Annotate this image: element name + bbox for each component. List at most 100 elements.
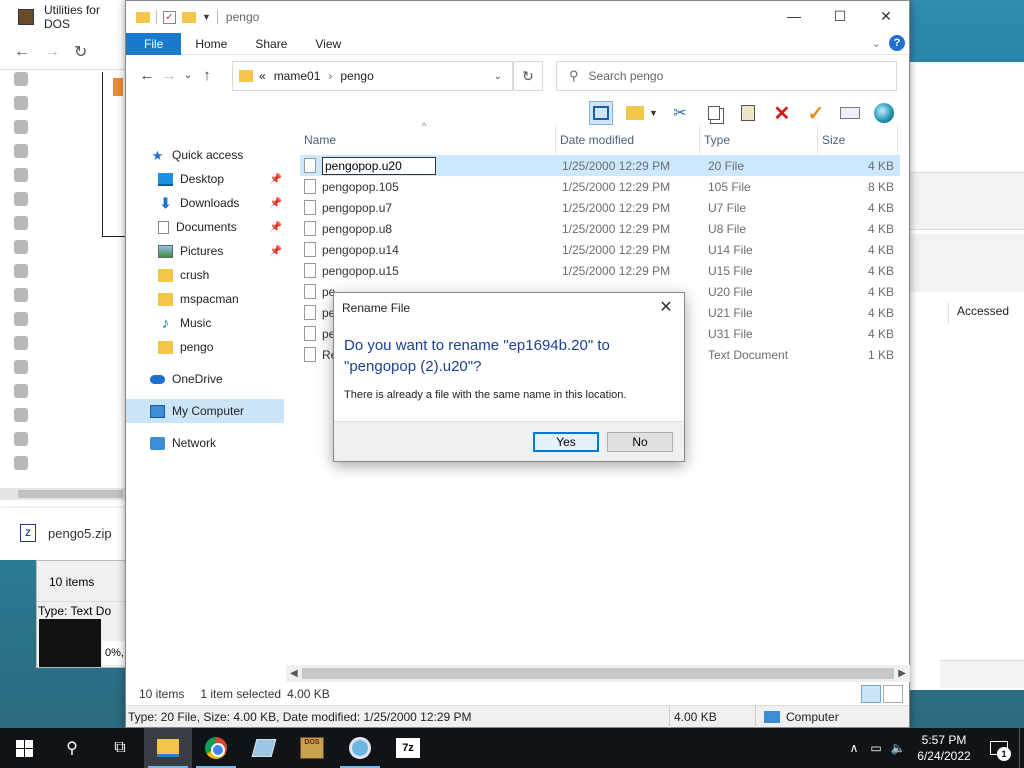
forward-button[interactable]: →: [158, 67, 180, 84]
speaker-icon[interactable]: 🔈: [887, 741, 909, 755]
column-type[interactable]: Type: [700, 125, 818, 155]
network-icon[interactable]: ▭: [865, 741, 887, 755]
customize-toolbar-dropdown-icon[interactable]: ▼: [202, 12, 211, 22]
dialog-titlebar[interactable]: Rename File ✕: [334, 293, 684, 323]
file-row[interactable]: pengopop.u7 1/25/2000 12:29 PM U7 File 4 KB: [300, 197, 900, 218]
taskbar-file-explorer[interactable]: [144, 728, 192, 768]
nav-network[interactable]: Network: [126, 431, 284, 455]
download-item[interactable]: Z pengo5.zip: [0, 508, 130, 558]
preview-pane-icon[interactable]: [589, 101, 613, 125]
back-button[interactable]: ←: [136, 67, 158, 84]
pin-icon[interactable]: 📌: [270, 198, 282, 209]
nav-onedrive[interactable]: OneDrive: [126, 367, 284, 391]
taskbar-chrome[interactable]: [192, 728, 240, 768]
clock[interactable]: 5:57 PM 6/24/2022: [909, 732, 979, 764]
reload-icon[interactable]: ↻: [74, 42, 87, 62]
file-row[interactable]: pengopop.u15 1/25/2000 12:29 PM U15 File 4 …: [300, 260, 900, 281]
pin-icon[interactable]: 📌: [270, 222, 282, 233]
back-arrow-icon[interactable]: ←: [14, 43, 30, 61]
address-bar[interactable]: « mame01 › pengo ⌄: [232, 61, 513, 91]
scrollbar-thumb[interactable]: [302, 668, 894, 679]
refresh-button[interactable]: ↻: [513, 61, 543, 91]
column-size[interactable]: Size: [818, 125, 898, 155]
task-view-button[interactable]: ⧉: [96, 728, 144, 768]
nav-documents[interactable]: Documents 📌: [126, 215, 284, 239]
new-folder-dropdown-icon[interactable]: ▼: [649, 108, 658, 118]
dialog-close-icon[interactable]: ✕: [656, 293, 676, 323]
nav-music[interactable]: ♪ Music: [126, 311, 284, 335]
nav-pengo[interactable]: pengo: [126, 335, 284, 359]
help-icon[interactable]: ?: [889, 35, 905, 51]
nav-crush[interactable]: crush: [126, 263, 284, 287]
bg-horizontal-scrollbar[interactable]: [0, 488, 130, 500]
cut-icon[interactable]: ✂: [668, 101, 692, 125]
checkmark-icon[interactable]: ✓: [804, 101, 828, 125]
breadcrumb-chevron-icon[interactable]: ›: [328, 69, 332, 83]
nav-my-computer[interactable]: My Computer: [126, 399, 284, 423]
scroll-right-icon[interactable]: ▶: [898, 665, 906, 682]
accessed-column-header[interactable]: Accessed: [948, 302, 1024, 324]
properties-check-icon[interactable]: ✓: [163, 10, 176, 24]
bg-side-icons: [14, 72, 34, 480]
start-button[interactable]: [0, 728, 48, 768]
taskbar-notepad[interactable]: [240, 728, 288, 768]
large-icons-view-button[interactable]: [883, 685, 903, 703]
file-row[interactable]: pengopop.u14 1/25/2000 12:29 PM U14 File 4 …: [300, 239, 900, 260]
breadcrumb-pengo[interactable]: pengo: [340, 69, 373, 83]
show-desktop-button[interactable]: [1019, 728, 1024, 768]
nav-downloads[interactable]: ⬇ Downloads 📌: [126, 191, 284, 215]
background-browser-window[interactable]: Utilities for DOS ← → ↻ Z pengo5.zip: [0, 0, 130, 560]
copy-icon[interactable]: [702, 101, 726, 125]
tab-file[interactable]: File: [126, 32, 182, 55]
minimize-button[interactable]: —: [771, 1, 817, 31]
dialog-message: There is already a file with the same na…: [344, 389, 627, 401]
chevron-up-icon[interactable]: ∧: [843, 741, 865, 755]
details-view-button[interactable]: [861, 685, 881, 703]
paste-icon[interactable]: [736, 101, 760, 125]
action-center-button[interactable]: 1: [979, 728, 1019, 768]
taskbar-magnifier[interactable]: [336, 728, 384, 768]
pin-icon[interactable]: 📌: [270, 246, 282, 257]
nav-quick-access[interactable]: ★ Quick access: [126, 143, 284, 167]
taskbar-dos-app[interactable]: DOS: [288, 728, 336, 768]
no-button[interactable]: No: [607, 432, 673, 452]
new-folder-toolbar-icon[interactable]: [623, 101, 647, 125]
nav-pictures[interactable]: Pictures 📌: [126, 239, 284, 263]
nav-mspacman[interactable]: mspacman: [126, 287, 284, 311]
taskbar-7zip[interactable]: 7z: [384, 728, 432, 768]
forward-arrow-icon[interactable]: →: [44, 43, 60, 61]
file-row[interactable]: pengopop.u20 1/25/2000 12:29 PM 20 File 4 K…: [300, 155, 900, 176]
scroll-left-icon[interactable]: ◀: [290, 665, 298, 682]
shell-icon[interactable]: [872, 101, 896, 125]
search-input[interactable]: ⚲ Search pengo: [556, 61, 897, 91]
search-button[interactable]: ⚲: [48, 728, 96, 768]
close-button[interactable]: ✕: [863, 1, 909, 31]
bg-window-titlebar[interactable]: Utilities for DOS: [0, 0, 129, 34]
delete-icon[interactable]: ✕: [770, 101, 794, 125]
file-row[interactable]: pengopop.u8 1/25/2000 12:29 PM U8 File 4 KB: [300, 218, 900, 239]
yes-button[interactable]: Yes: [533, 432, 599, 452]
breadcrumb-mame01[interactable]: mame01: [274, 69, 321, 83]
recent-locations-dropdown[interactable]: ⌄: [180, 70, 196, 81]
new-folder-icon[interactable]: [182, 11, 196, 23]
column-date-modified[interactable]: Date modified: [556, 125, 700, 155]
rename-file-dialog[interactable]: Rename File ✕ Do you want to rename "ep1…: [333, 292, 685, 462]
properties-icon[interactable]: [838, 101, 862, 125]
file-size: 4 KB: [867, 242, 894, 257]
tab-share[interactable]: Share: [241, 33, 301, 55]
maximize-button[interactable]: ☐: [817, 1, 863, 31]
rename-input[interactable]: pengopop.u20: [322, 156, 436, 175]
file-row[interactable]: pengopop.105 1/25/2000 12:29 PM 105 File 8 …: [300, 176, 900, 197]
expand-ribbon-icon[interactable]: ⌄: [872, 37, 881, 50]
pin-icon[interactable]: 📌: [270, 174, 282, 185]
column-name[interactable]: Name: [300, 125, 556, 155]
breadcrumb-overflow[interactable]: «: [259, 69, 266, 83]
nav-desktop[interactable]: Desktop 📌: [126, 167, 284, 191]
bg-window-title: Utilities for DOS: [43, 3, 100, 31]
tab-home[interactable]: Home: [181, 33, 241, 55]
horizontal-scrollbar[interactable]: ◀ ▶: [286, 665, 910, 682]
address-dropdown-icon[interactable]: ⌄: [494, 71, 502, 82]
tab-view[interactable]: View: [301, 33, 355, 55]
explorer-titlebar[interactable]: ✓ ▼ pengo — ☐ ✕: [126, 1, 909, 33]
up-button[interactable]: ↑: [196, 67, 218, 84]
